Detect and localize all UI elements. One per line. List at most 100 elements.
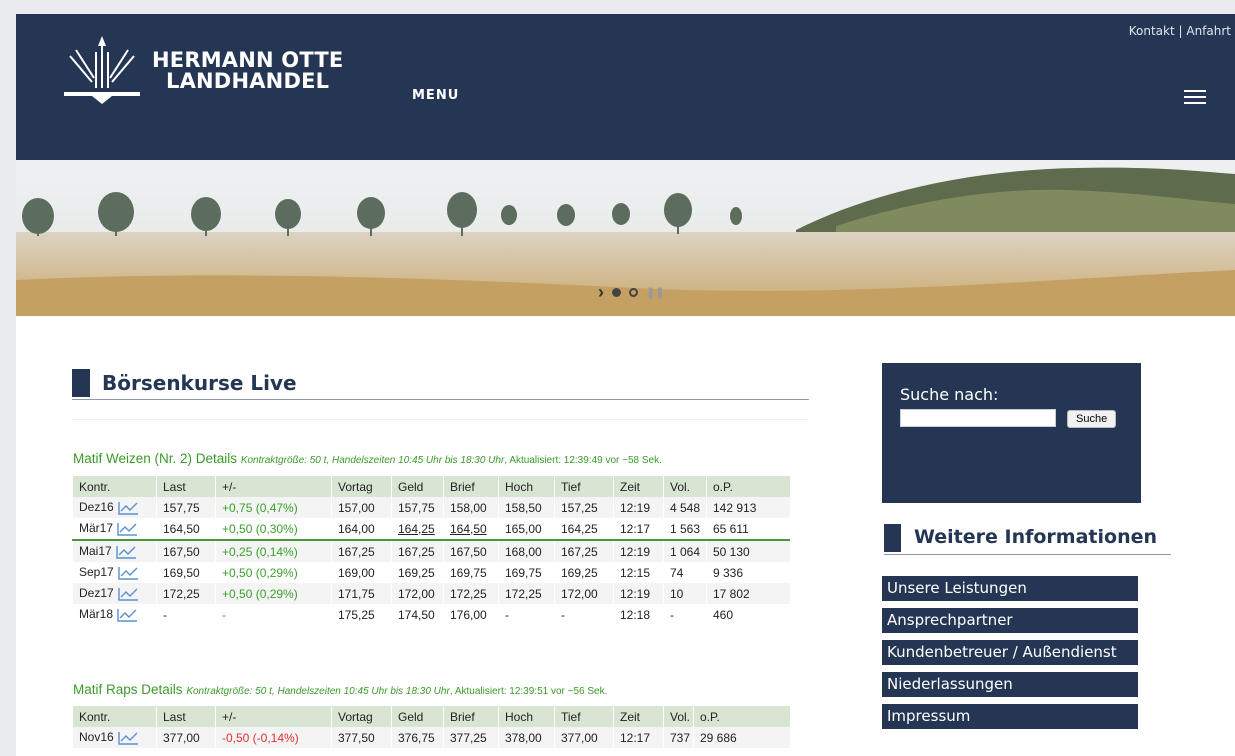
column-header: Hoch: [498, 476, 555, 497]
chart-icon[interactable]: [117, 731, 139, 745]
table-header-row: Kontr. Last +/- Vortag Geld Brief Hoch Tief Zeit…: [72, 706, 790, 727]
raps-table: Kontr. Last +/- Vortag Geld Brief Hoch Tief Zeit…: [72, 706, 790, 748]
chart-icon[interactable]: [117, 587, 139, 601]
table-cell: 157,25: [554, 497, 614, 518]
anfahrt-link[interactable]: Anfahrt: [1186, 24, 1231, 38]
brand-name[interactable]: HERMANN OTTE LANDHANDEL: [152, 50, 343, 92]
contract-name: Mär18: [79, 607, 114, 622]
menu-label[interactable]: MENU: [412, 88, 459, 103]
table-cell: -: [554, 604, 614, 625]
column-header: +/-: [215, 476, 332, 497]
table-cell: 158,00: [443, 497, 499, 518]
table-cell: -: [215, 604, 332, 625]
kontakt-link[interactable]: Kontakt: [1129, 24, 1175, 38]
contract-name: Mai17: [79, 544, 112, 559]
table-cell: 65 611: [706, 518, 790, 541]
column-header: +/-: [215, 706, 332, 727]
column-header: Vol.: [663, 476, 707, 497]
table-cell: -: [156, 604, 216, 625]
weizen-title-line: Matif Weizen (Nr. 2) Details Kontraktgrö…: [73, 451, 662, 466]
column-header: Tief: [554, 476, 614, 497]
table-row[interactable]: Sep17 169,50 +0,50 (0,29%) 169,00 169,25 169,…: [72, 562, 790, 583]
sidebar-links: Unsere Leistungen Ansprechpartner Kunden…: [882, 576, 1138, 736]
column-header: Geld: [391, 706, 444, 727]
table-row[interactable]: Mär18- -175,25 174,50 176,00- -12:18-460: [72, 604, 790, 625]
table-cell: 169,25: [554, 562, 614, 583]
column-header: Vortag: [331, 706, 392, 727]
table-cell: 164,50: [443, 518, 499, 541]
hamburger-menu-icon[interactable]: [1184, 90, 1206, 108]
table-cell: 172,00: [554, 583, 614, 604]
chart-icon[interactable]: [117, 501, 139, 515]
table-cell: 17 802: [706, 583, 790, 604]
table-cell: 167,25: [554, 540, 614, 562]
column-header: Last: [156, 476, 216, 497]
next-slide-icon[interactable]: ›: [598, 282, 604, 303]
title-accent-bar: [884, 524, 901, 552]
chart-icon[interactable]: [117, 566, 139, 580]
table-cell: -: [663, 604, 707, 625]
sidebar-link-ansprechpartner[interactable]: Ansprechpartner: [882, 608, 1138, 633]
weizen-info: Kontraktgröße: 50 t, Handelszeiten 10:45…: [240, 455, 505, 466]
table-cell: 378,00: [498, 727, 555, 748]
pause-icon[interactable]: ❚❚: [646, 286, 664, 299]
raps-title: Matif Raps Details: [73, 682, 183, 697]
contract-cell: Dez16: [72, 497, 157, 518]
table-cell: 175,25: [331, 604, 392, 625]
slide-dot-1[interactable]: [612, 288, 621, 297]
sidebar-link-niederlassungen[interactable]: Niederlassungen: [882, 672, 1138, 697]
contract-cell: Sep17: [72, 562, 157, 583]
table-cell: 4 548: [663, 497, 707, 518]
slider-controls: › ❚❚: [598, 282, 664, 303]
raps-updated: Aktualisiert: 12:39:51 vor ~56 Sek.: [454, 686, 608, 697]
table-cell: 460: [706, 604, 790, 625]
column-header: Tief: [554, 706, 614, 727]
table-row[interactable]: Dez17 172,25 +0,50 (0,29%) 171,75 172,00 172,…: [72, 583, 790, 604]
title-accent-bar: [72, 369, 90, 397]
chart-icon[interactable]: [115, 545, 137, 559]
table-cell: 12:19: [613, 540, 664, 562]
sidebar-link-leistungen[interactable]: Unsere Leistungen: [882, 576, 1138, 601]
column-header: Brief: [443, 706, 499, 727]
table-row[interactable]: Dez16 157,75 +0,75 (0,47%) 157,00 157,75 158,…: [72, 497, 790, 518]
sidebar-link-kundenbetreuer[interactable]: Kundenbetreuer / Außendienst: [882, 640, 1138, 665]
table-cell: -0,50 (-0,14%): [215, 727, 332, 748]
table-cell: 164,50: [156, 518, 216, 541]
brand-line-1: HERMANN OTTE: [152, 48, 344, 72]
column-header: o.P.: [706, 476, 790, 497]
contract-name: Dez16: [79, 500, 114, 515]
section-title: Börsenkurse Live: [72, 369, 809, 400]
table-cell: 157,00: [331, 497, 392, 518]
table-cell: 157,75: [391, 497, 444, 518]
search-button[interactable]: Suche: [1067, 410, 1117, 428]
wheat-logo-icon[interactable]: [62, 36, 142, 106]
slide-dot-2[interactable]: [629, 288, 638, 297]
table-cell: 167,50: [156, 540, 216, 562]
table-cell: 158,50: [498, 497, 555, 518]
table-cell: 165,00: [498, 518, 555, 541]
table-cell: 168,00: [498, 540, 555, 562]
contract-name: Sep17: [79, 565, 114, 580]
table-row[interactable]: Mär17 164,50 +0,50 (0,30%) 164,00 164,25 164,…: [72, 518, 790, 541]
table-cell: +0,25 (0,14%): [215, 540, 332, 562]
hero-banner: › ❚❚: [16, 160, 1235, 316]
table-row[interactable]: Nov16 377,00 -0,50 (-0,14%) 377,50 376,75 377…: [72, 727, 790, 748]
table-cell: 172,25: [498, 583, 555, 604]
table-cell: 1 064: [663, 540, 707, 562]
table-cell: 172,25: [443, 583, 499, 604]
table-cell: 172,00: [391, 583, 444, 604]
table-cell: 169,50: [156, 562, 216, 583]
table-cell: 9 336: [706, 562, 790, 583]
search-input[interactable]: [900, 409, 1056, 427]
table-row[interactable]: Mai17 167,50 +0,25 (0,14%) 167,25 167,25 167,…: [72, 540, 790, 562]
table-cell: 174,50: [391, 604, 444, 625]
table-cell: +0,75 (0,47%): [215, 497, 332, 518]
contract-name: Mär17: [79, 521, 114, 536]
sidebar-link-impressum[interactable]: Impressum: [882, 704, 1138, 729]
table-cell: 376,75: [391, 727, 444, 748]
chart-icon[interactable]: [116, 608, 138, 622]
chart-icon[interactable]: [116, 522, 138, 536]
table-cell: 12:18: [613, 604, 664, 625]
table-cell: 377,00: [554, 727, 614, 748]
brand-line-2: LANDHANDEL: [166, 69, 330, 93]
